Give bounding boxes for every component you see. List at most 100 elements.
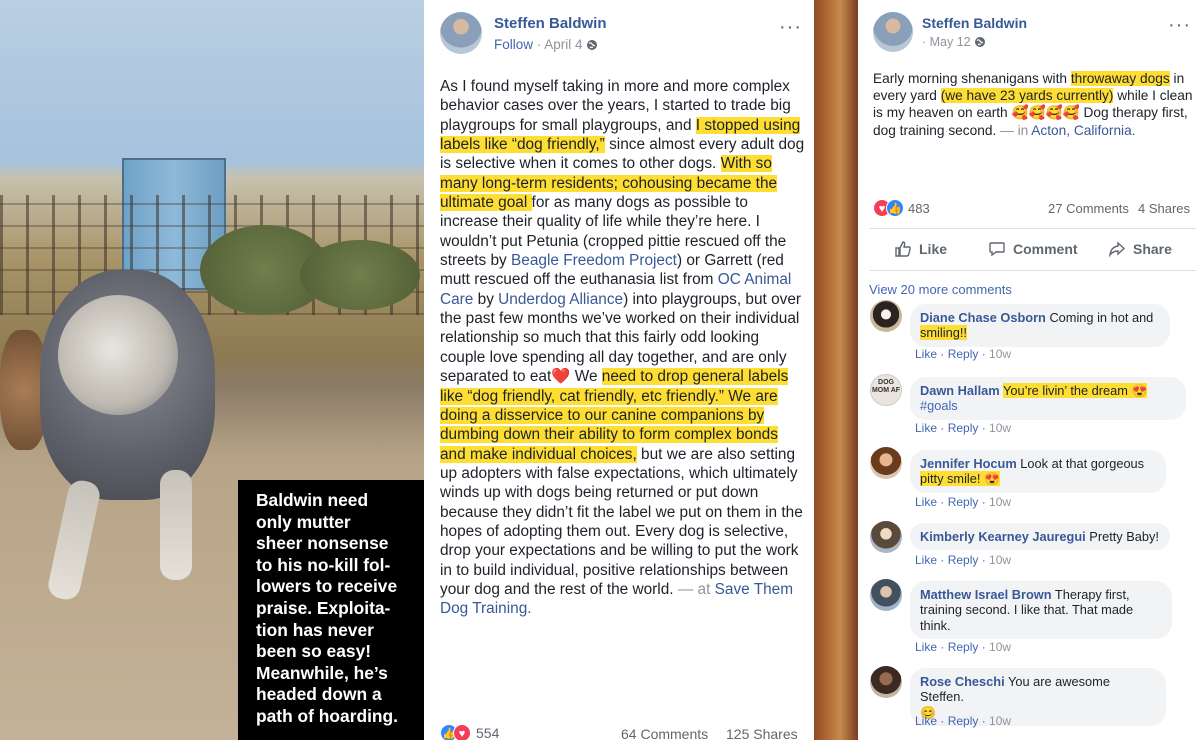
comment-count[interactable]: 64 Comments: [621, 726, 708, 740]
highlight-text: throwaway dogs: [1070, 71, 1170, 86]
comment-time[interactable]: 10w: [989, 495, 1011, 509]
comment-bubble: Dawn Hallam You’re livin’ the dream 😍 #g…: [910, 377, 1186, 420]
comment-time[interactable]: 10w: [989, 640, 1011, 654]
caption-line: to his no-kill fol-: [256, 554, 391, 575]
caption-line: been so easy!: [256, 641, 372, 662]
share-icon: [1108, 241, 1126, 258]
pitbull-head: [58, 295, 178, 415]
comment-time[interactable]: 10w: [989, 714, 1011, 728]
beagle-freedom-link[interactable]: Beagle Freedom Project: [511, 252, 677, 269]
underdog-alliance-link[interactable]: Underdog Alliance: [498, 291, 623, 308]
comment-bubble: Jennifer Hocum Look at that gorgeous pit…: [910, 450, 1166, 493]
commenter-name[interactable]: Diane Chase Osborn: [920, 310, 1046, 325]
heart-face-emojis: 🥰🥰🥰🥰: [1011, 105, 1080, 121]
share-count[interactable]: 125 Shares: [726, 726, 798, 740]
author-avatar[interactable]: [440, 12, 482, 54]
caption-line: tion has never: [256, 619, 374, 640]
hashtag-link[interactable]: #goals: [920, 398, 958, 413]
shrub: [300, 240, 420, 310]
main-post: Steffen Baldwin Follow · April 4 ··· As …: [424, 0, 814, 740]
comment-time[interactable]: 10w: [989, 421, 1011, 435]
like-icon: 👍: [886, 199, 904, 217]
commenter-name[interactable]: Matthew Israel Brown: [920, 587, 1052, 602]
dog-leg: [45, 477, 103, 603]
post-date[interactable]: May 12: [930, 35, 971, 49]
author-name[interactable]: Steffen Baldwin: [922, 15, 1027, 31]
commenter-avatar[interactable]: [870, 666, 902, 698]
commenter-name[interactable]: Jennifer Hocum: [920, 456, 1017, 471]
author-name[interactable]: Steffen Baldwin: [494, 15, 607, 32]
comment-text: Look at that gorgeous: [1020, 456, 1145, 471]
comment-text-highlight: pitty smile! 😍: [920, 471, 1000, 487]
comment-button[interactable]: Comment: [988, 240, 1078, 258]
comment-text: Coming in hot and: [1049, 310, 1154, 325]
comment-reply-link[interactable]: Reply: [948, 714, 979, 728]
caption-line: Meanwhile, he’s: [256, 662, 388, 683]
commenter-avatar[interactable]: [870, 447, 902, 479]
comment-reply-link[interactable]: Reply: [948, 553, 979, 567]
comment-label: Comment: [1013, 241, 1078, 257]
commenter-avatar[interactable]: [870, 521, 902, 553]
comment-reply-link[interactable]: Reply: [948, 421, 979, 435]
dog-leg: [160, 470, 192, 580]
share-button[interactable]: Share: [1108, 240, 1172, 258]
location-link[interactable]: Acton, California.: [1031, 123, 1135, 138]
comment-actions: Like · Reply · 10w: [915, 421, 1012, 435]
caption-line: sheer nonsense: [256, 533, 389, 554]
comment-like-link[interactable]: Like: [915, 640, 937, 654]
reaction-count: 483: [908, 200, 930, 216]
reaction-count: 554: [476, 725, 500, 740]
caption-line: only mutter: [256, 511, 351, 532]
reaction-summary[interactable]: ♥ 👍 483: [873, 199, 930, 217]
commenter-name[interactable]: Kimberly Kearney Jauregui: [920, 529, 1086, 544]
comment-like-link[interactable]: Like: [915, 714, 937, 728]
comment-time[interactable]: 10w: [989, 347, 1011, 361]
comment-like-link[interactable]: Like: [915, 421, 937, 435]
comment-text: Pretty Baby!: [1089, 529, 1159, 544]
commenter-name[interactable]: Dawn Hallam: [920, 383, 1000, 398]
follow-link[interactable]: Follow: [494, 37, 533, 52]
post-body: Early morning shenanigans with throwaway…: [873, 70, 1195, 139]
author-avatar[interactable]: [873, 12, 913, 52]
divider: [870, 228, 1196, 229]
reaction-summary[interactable]: 👍 ♥ 554: [440, 724, 499, 740]
screenshot-collage: Baldwin need only mutter sheer nonsense …: [0, 0, 1200, 740]
comment-actions: Like · Reply · 10w: [915, 714, 1012, 728]
more-options-icon[interactable]: ···: [779, 17, 802, 37]
commenter-avatar[interactable]: DOG MOM AF: [870, 374, 902, 406]
commenter-avatar[interactable]: [870, 300, 902, 332]
comment-time[interactable]: 10w: [989, 553, 1011, 567]
like-button[interactable]: Like: [894, 240, 947, 258]
post-date[interactable]: April 4: [544, 37, 582, 52]
comment-bubble: Matthew Israel Brown Therapy first, trai…: [910, 581, 1172, 640]
comment-reply-link[interactable]: Reply: [948, 640, 979, 654]
love-icon: ♥: [453, 724, 471, 740]
comment-count[interactable]: 27 Comments: [1048, 201, 1129, 216]
commenter-name[interactable]: Rose Cheschi: [920, 674, 1005, 689]
body-text: by: [473, 290, 499, 308]
in-label: — in: [996, 122, 1032, 138]
post-meta: Follow · April 4: [494, 37, 598, 54]
comment-bubble: Diane Chase Osborn Coming in hot and smi…: [910, 304, 1170, 347]
caption-line: praise. Exploita-: [256, 597, 391, 618]
comment-like-link[interactable]: Like: [915, 553, 937, 567]
caption-line: lowers to receive: [256, 576, 398, 597]
comment-icon: [989, 242, 1005, 257]
comment-reply-link[interactable]: Reply: [948, 347, 979, 361]
comment-actions: Like · Reply · 10w: [915, 347, 1012, 361]
more-options-icon[interactable]: ···: [1168, 15, 1191, 35]
view-more-comments-link[interactable]: View 20 more comments: [869, 282, 1012, 297]
post-body: As I found myself taking in more and mor…: [440, 77, 806, 619]
comment-bubble: Kimberly Kearney Jauregui Pretty Baby!: [910, 523, 1170, 551]
comment-reply-link[interactable]: Reply: [948, 495, 979, 509]
thumbs-up-icon: [895, 241, 911, 257]
caption-line: headed down a: [256, 684, 382, 705]
globe-icon: [974, 36, 986, 51]
comment-like-link[interactable]: Like: [915, 495, 937, 509]
body-text: Early morning shenanigans with: [873, 71, 1071, 86]
body-text: We: [570, 368, 602, 386]
commenter-avatar[interactable]: [870, 579, 902, 611]
share-count[interactable]: 4 Shares: [1138, 201, 1190, 216]
comment-like-link[interactable]: Like: [915, 347, 937, 361]
meta-dot: ·: [922, 35, 930, 49]
